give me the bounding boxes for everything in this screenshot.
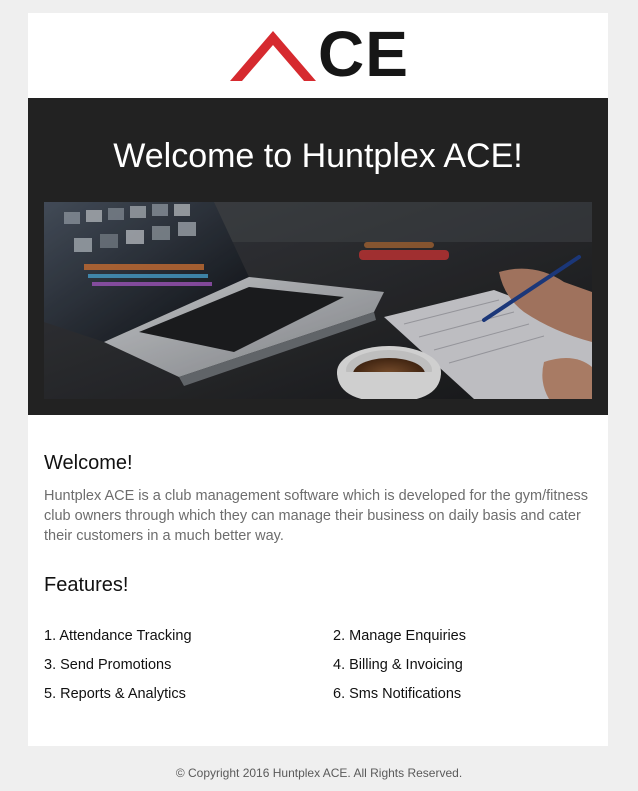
laptop-coffee-photo xyxy=(44,202,592,399)
welcome-heading: Welcome! xyxy=(44,452,133,474)
feature-item: 6. Sms Notifications xyxy=(333,686,462,702)
feature-item: 3. Send Promotions xyxy=(44,657,172,673)
feature-item: 1. Attendance Tracking xyxy=(44,628,192,644)
footer-copyright: © Copyright 2016 Huntplex ACE. All Right… xyxy=(175,766,463,780)
ace-logo-chevron-icon xyxy=(230,31,316,81)
feature-item: 4. Billing & Invoicing xyxy=(333,657,463,673)
intro-paragraph: Huntplex ACE is a club management softwa… xyxy=(44,488,589,544)
hero-image xyxy=(44,202,592,399)
hero-title: Welcome to Huntplex ACE! xyxy=(113,137,523,175)
features-heading: Features! xyxy=(44,574,129,596)
feature-item: 2. Manage Enquiries xyxy=(333,628,466,644)
email-card: CE Welcome to Huntplex ACE! Welcome! Hun… xyxy=(28,13,608,746)
logo-text: CE xyxy=(318,18,409,90)
ace-logo: CE xyxy=(230,21,410,87)
feature-item: 5. Reports & Analytics xyxy=(44,686,186,702)
logo-bar: CE xyxy=(28,13,608,98)
hero-banner: Welcome to Huntplex ACE! xyxy=(28,98,608,415)
